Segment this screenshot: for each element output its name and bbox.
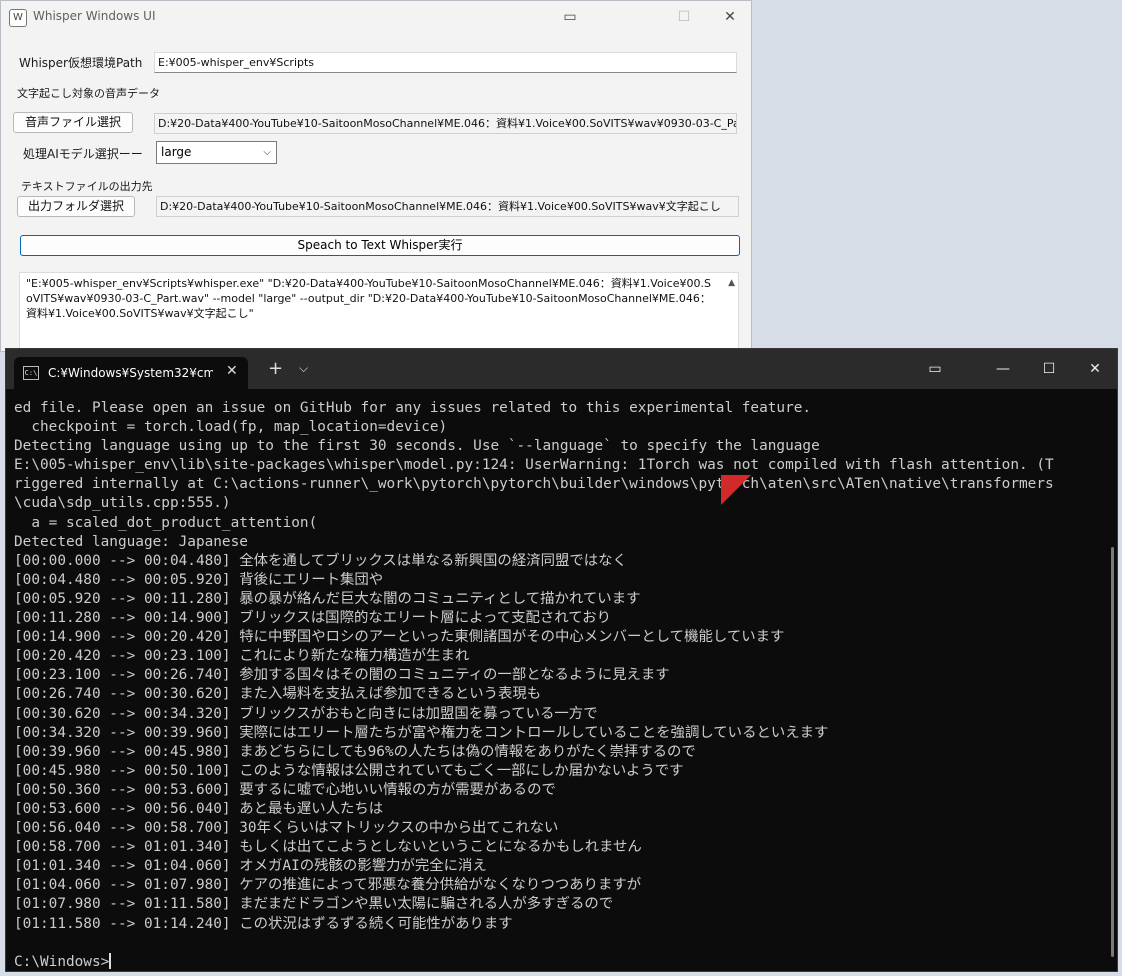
close-tab-icon[interactable]: ✕	[226, 363, 238, 379]
terminal-line: [00:04.480 --> 00:05.920] 背後にエリート集団や	[14, 571, 384, 588]
terminal-prompt-line[interactable]: C:\Windows>	[14, 952, 1104, 971]
whisper-titlebar[interactable]: W Whisper Windows UI ▭ ☐ ✕	[1, 1, 751, 33]
terminal-line: riggered internally at C:\actions-runner…	[14, 476, 1054, 493]
maximize-button[interactable]: ☐	[1026, 349, 1072, 389]
window-title: Whisper Windows UI	[33, 9, 156, 23]
terminal-line: [00:05.920 --> 00:11.280] 暴の暴が絡んだ巨大な闇のコミ…	[14, 590, 641, 607]
terminal-line: [00:39.960 --> 00:45.980] まあどちらにしても96%の人…	[14, 743, 696, 760]
run-whisper-button[interactable]: Speach to Text Whisper実行	[20, 235, 740, 256]
mouse-pointer-icon	[721, 475, 751, 505]
app-icon: W	[9, 9, 27, 27]
cmd-titlebar[interactable]: C:\ C:¥Windows¥System32¥cmd.exe ✕ + ⌵ ▭ …	[6, 349, 1117, 389]
output-path-field[interactable]: D:¥20-Data¥400-YouTube¥10-SaitoonMosoCha…	[156, 196, 739, 217]
close-button[interactable]: ✕	[1072, 349, 1117, 389]
terminal-prompt: C:\Windows>	[14, 953, 110, 970]
terminal-line: [00:58.700 --> 01:01.340] もしくは出てこようとしないと…	[14, 839, 642, 856]
model-select[interactable]: large ⌵	[156, 141, 277, 164]
model-select-value: large	[161, 145, 192, 159]
whisper-window: W Whisper Windows UI ▭ ☐ ✕ Whisper仮想環境Pa…	[0, 0, 752, 352]
terminal-line: [01:04.060 --> 01:07.980] ケアの推進によって邪悪な養分…	[14, 877, 642, 894]
snap-icon[interactable]: ▭	[912, 349, 958, 389]
terminal-line: [00:50.360 --> 00:53.600] 要するに嘘で心地いい情報の方…	[14, 781, 556, 798]
terminal-line: ed file. Please open an issue on GitHub …	[14, 400, 812, 416]
audio-path-field[interactable]: D:¥20-Data¥400-YouTube¥10-SaitoonMosoCha…	[154, 113, 737, 134]
env-path-input[interactable]: E:¥005-whisper_env¥Scripts	[154, 52, 737, 73]
terminal-line: [00:34.320 --> 00:39.960] 実際にはエリート層たちが富や…	[14, 724, 829, 741]
terminal-line: checkpoint = torch.load(fp, map_location…	[14, 419, 448, 436]
chevron-down-icon: ⌵	[263, 147, 271, 158]
terminal-line: [01:11.580 --> 01:14.240] この状況はずるずる続く可能性…	[14, 915, 513, 932]
output-label: テキストファイルの出力先	[21, 180, 153, 193]
command-log-text: "E:¥005-whisper_env¥Scripts¥whisper.exe"…	[26, 277, 712, 320]
new-tab-icon[interactable]: +	[268, 358, 283, 379]
terminal-line: Detected language: Japanese	[14, 533, 248, 550]
env-path-label: Whisper仮想環境Path	[19, 56, 143, 70]
terminal-line: [00:00.000 --> 00:04.480] 全体を通してブリックスは単な…	[14, 552, 627, 569]
minimize-button[interactable]: —	[980, 349, 1026, 389]
terminal-line: [00:56.040 --> 00:58.700] 30年くらいはマトリックスの…	[14, 820, 559, 837]
scrollbar[interactable]	[1111, 547, 1114, 957]
terminal-output[interactable]: ed file. Please open an issue on GitHub …	[14, 399, 1104, 971]
terminal-line: a = scaled_dot_product_attention(	[14, 514, 318, 531]
terminal-line: [00:20.420 --> 00:23.100] これにより新たな権力構造が生…	[14, 648, 470, 665]
text-cursor	[109, 952, 112, 969]
scroll-up-icon[interactable]: ▲	[728, 276, 735, 291]
cmd-tab-title: C:¥Windows¥System32¥cmd.exe	[48, 366, 213, 380]
terminal-line: \cuda\sdp_utils.cpp:555.)	[14, 495, 231, 512]
output-folder-button[interactable]: 出力フォルダ選択	[17, 196, 135, 217]
command-log[interactable]: "E:¥005-whisper_env¥Scripts¥whisper.exe"…	[19, 272, 739, 351]
terminal-line: [00:11.280 --> 00:14.900] ブリックスは国際的なエリート…	[14, 610, 611, 627]
snap-icon[interactable]: ▭	[547, 1, 593, 33]
terminal-line: [00:53.600 --> 00:56.040] あと最も遅い人たちは	[14, 800, 384, 817]
audio-file-button[interactable]: 音声ファイル選択	[13, 112, 133, 133]
maximize-button[interactable]: ☐	[661, 1, 707, 33]
terminal-line: Detecting language using up to the first…	[14, 438, 820, 455]
terminal-line: [01:07.980 --> 01:11.580] まだまだドラゴンや黒い太陽に…	[14, 896, 614, 913]
audio-label: 文字起こし対象の音声データ	[17, 87, 160, 100]
terminal-line: [00:26.740 --> 00:30.620] また入場料を支払えば参加でき…	[14, 686, 542, 703]
terminal-line: E:\005-whisper_env\lib\site-packages\whi…	[14, 457, 1054, 474]
terminal-line: [00:30.620 --> 00:34.320] ブリックスがおもと向きには加…	[14, 705, 598, 722]
terminal-icon: C:\	[23, 366, 39, 380]
chevron-down-icon[interactable]: ⌵	[299, 361, 308, 376]
terminal-line: [01:01.340 --> 01:04.060] オメガAIの残骸の影響力が完…	[14, 858, 487, 875]
terminal-line: [00:45.980 --> 00:50.100] このような情報は公開されてい…	[14, 762, 684, 779]
cmd-tab[interactable]: C:\ C:¥Windows¥System32¥cmd.exe ✕	[14, 357, 248, 389]
terminal-line: [00:23.100 --> 00:26.740] 参加する国々はその闇のコミュ…	[14, 667, 670, 684]
terminal-line: [00:14.900 --> 00:20.420] 特に中野国やロシのアーといっ…	[14, 629, 785, 646]
model-label: 処理AIモデル選択ーー	[23, 147, 143, 161]
cmd-window: C:\ C:¥Windows¥System32¥cmd.exe ✕ + ⌵ ▭ …	[5, 348, 1118, 972]
close-button[interactable]: ✕	[707, 1, 751, 33]
